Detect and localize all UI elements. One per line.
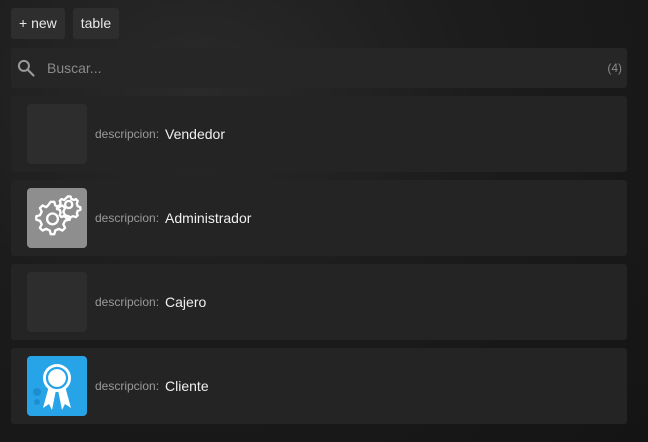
new-button[interactable]: + new [11,8,65,39]
search-bar: (4) [11,48,627,88]
list-item[interactable]: descripcion: Vendedor [11,96,627,172]
field-label: descripcion: [95,379,160,393]
list-item[interactable]: descripcion: Cajero [11,264,627,340]
award-ribbon-icon [27,356,87,416]
result-count: (4) [607,61,622,75]
toolbar: + new table [11,8,120,39]
blank-thumbnail [27,272,87,332]
gear-icon [27,188,87,248]
list-item[interactable]: descripcion: Cliente [11,348,627,424]
field-label: descripcion: [95,211,160,225]
field-label: descripcion: [95,127,160,141]
record-list: descripcion: Vendedor descripcion: Admin… [11,96,627,432]
item-descripcion: Cliente [165,378,209,394]
blank-thumbnail [27,104,87,164]
table-view-button[interactable]: table [72,8,120,39]
item-descripcion: Cajero [165,294,207,310]
item-descripcion: Vendedor [165,126,225,142]
item-descripcion: Administrador [165,210,252,226]
list-item[interactable]: descripcion: Administrador [11,180,627,256]
search-input[interactable] [45,52,608,84]
field-label: descripcion: [95,295,160,309]
search-icon [16,58,36,78]
